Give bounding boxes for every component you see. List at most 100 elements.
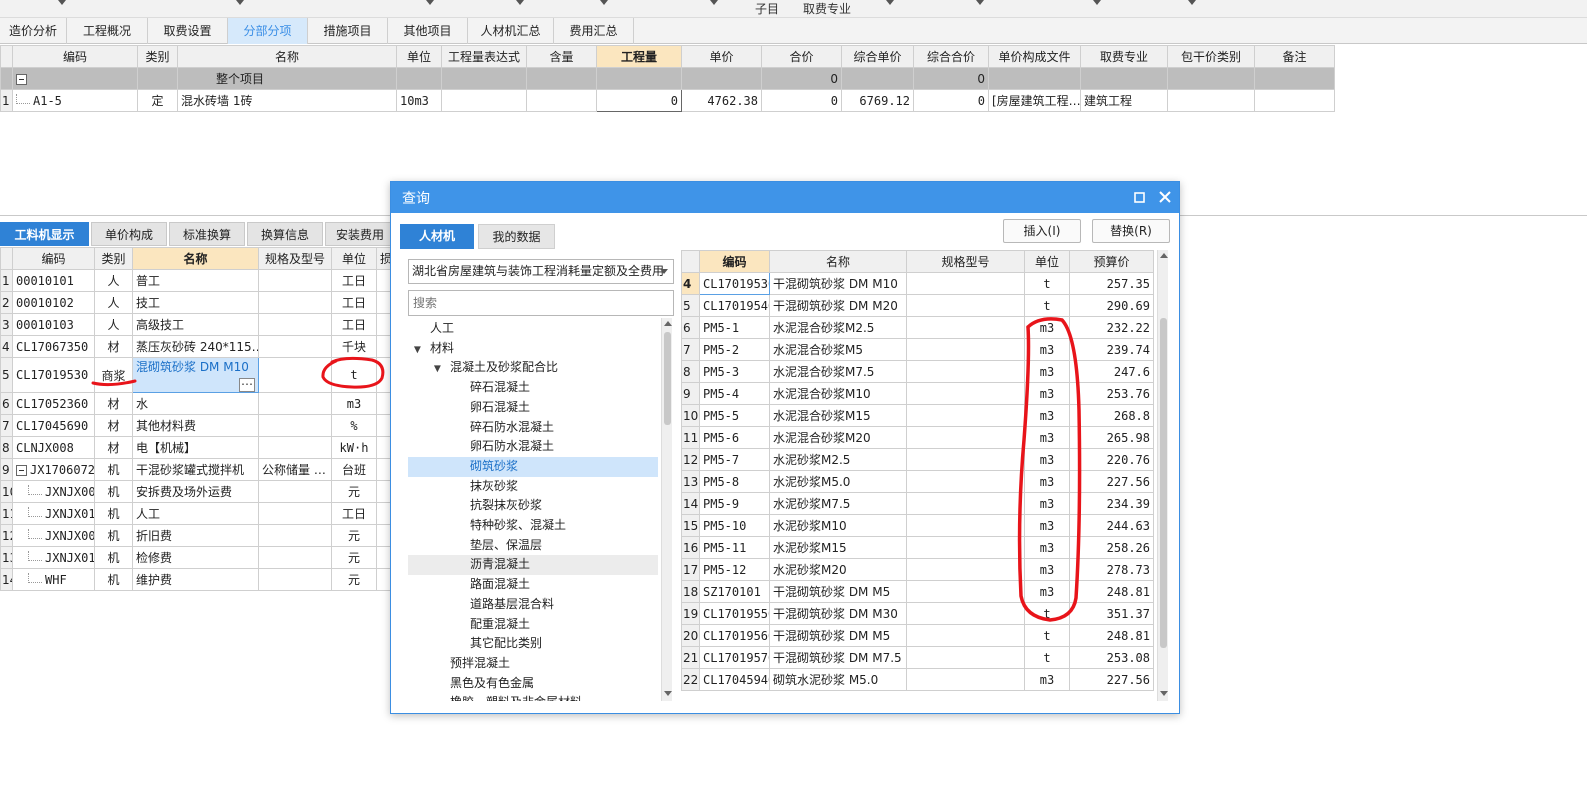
col-header[interactable]: 类别: [137, 45, 178, 68]
table-row[interactable]: 16 PM5-11 水泥砂浆M15 m3 258.26: [681, 536, 1154, 559]
table-row[interactable]: 10JXNJX004机安拆费及场外运费元: [0, 480, 393, 503]
group-row-whole-project[interactable]: 整个项目 0 0: [0, 67, 1335, 90]
scroll-up-icon[interactable]: [1160, 253, 1168, 258]
col-header[interactable]: 单位: [331, 247, 377, 270]
table-row[interactable]: 1 A1-5 定 混水砖墙 1砖 10m3 0 4762.38 0 6769.1…: [0, 89, 1335, 112]
scroll-thumb[interactable]: [1160, 318, 1167, 648]
tab-price-composition[interactable]: 单价构成: [91, 222, 167, 246]
table-row[interactable]: 17 PM5-12 水泥砂浆M20 m3 278.73: [681, 558, 1154, 581]
tree-item[interactable]: 路面混凝土: [408, 575, 658, 595]
tree-item[interactable]: 砌筑砂浆: [408, 456, 658, 477]
tree-item[interactable]: 人工: [408, 319, 658, 339]
col-header[interactable]: 包干价类别: [1167, 45, 1255, 68]
table-row[interactable]: 12JXNJX001机折旧费元: [0, 524, 393, 547]
col-header[interactable]: 编码: [12, 247, 95, 270]
chevron-down-icon[interactable]: [1188, 0, 1196, 5]
table-row[interactable]: 8 CLNJX008 材电【机械】 kW·h: [0, 436, 393, 459]
dialog-title-bar[interactable]: 查询: [391, 182, 1179, 213]
tree-item[interactable]: 卵石混凝土: [408, 398, 658, 418]
tab-other-items[interactable]: 其他项目: [388, 18, 468, 44]
table-row[interactable]: 4 CL17067350 材蒸压灰砂砖 240*115… 千块: [0, 335, 393, 358]
table-row[interactable]: 6 CL17052360 材水 m3: [0, 392, 393, 415]
table-row[interactable]: 15 PM5-10 水泥砂浆M10 m3 244.63: [681, 514, 1154, 537]
table-row[interactable]: 13JXNJX019机检修费元: [0, 546, 393, 569]
scroll-down-icon[interactable]: [664, 691, 672, 696]
tree-item[interactable]: 橡胶、塑料及非金属材料: [408, 693, 658, 701]
collapse-icon[interactable]: [16, 464, 27, 476]
item-specialty[interactable]: 建筑工程: [1080, 89, 1168, 112]
table-row[interactable]: 13 PM5-8 水泥砂浆M5.0 m3 227.56: [681, 470, 1154, 493]
table-row[interactable]: 21 CL17019570 干混砌筑砂浆 DM M7.5 t 253.08: [681, 646, 1154, 669]
maximize-icon[interactable]: [1134, 192, 1145, 203]
table-row[interactable]: 7 PM5-2 水泥混合砂浆M5 m3 239.74: [681, 338, 1154, 361]
collapse-icon[interactable]: [16, 73, 27, 85]
table-row[interactable]: 3 00010103 人高级技工 工日: [0, 313, 393, 336]
col-header[interactable]: 单位: [396, 45, 442, 68]
tree-item[interactable]: 道路基层混合料: [408, 595, 658, 615]
tree-item[interactable]: ▲ 材料: [408, 339, 658, 359]
table-row[interactable]: 12 PM5-7 水泥砂浆M2.5 m3 220.76: [681, 448, 1154, 471]
item-expr[interactable]: [441, 89, 527, 112]
table-row[interactable]: 11JXNJX012机人工工日: [0, 502, 393, 525]
col-header[interactable]: 合价: [761, 45, 842, 68]
col-header[interactable]: 规格及型号: [258, 247, 332, 270]
chevron-down-icon[interactable]: [516, 0, 524, 5]
top-strip-item-subitem[interactable]: 子目: [755, 0, 779, 17]
tree-item[interactable]: 碎石防水混凝土: [408, 418, 658, 438]
expand-toggle-icon[interactable]: ▲: [414, 339, 421, 359]
col-header[interactable]: 名称: [177, 45, 397, 68]
tree-item[interactable]: 其它配比类别: [408, 634, 658, 654]
table-row[interactable]: 11 PM5-6 水泥混合砂浆M20 m3 265.98: [681, 426, 1154, 449]
tab-fee-settings[interactable]: 取费设置: [148, 18, 228, 44]
table-row[interactable]: 6 PM5-1 水泥混合砂浆M2.5 m3 232.22: [681, 316, 1154, 339]
table-row[interactable]: 4 CL17019530 干混砌筑砂浆 DM M10 t 257.35: [681, 272, 1154, 295]
results-scrollbar[interactable]: [1157, 250, 1168, 701]
chevron-down-icon[interactable]: [886, 0, 894, 5]
table-row[interactable]: 18 SZ170101 干混砌筑砂浆 DM M5 m3 248.81: [681, 580, 1154, 603]
close-icon[interactable]: [1159, 191, 1171, 203]
tab-sub-items[interactable]: 分部分项: [228, 18, 308, 44]
scroll-up-icon[interactable]: [664, 321, 672, 326]
chevron-down-icon[interactable]: [600, 0, 608, 5]
tree-scrollbar[interactable]: [661, 318, 672, 701]
col-header[interactable]: 含量: [526, 45, 597, 68]
replace-button[interactable]: 替换(R): [1092, 219, 1170, 243]
table-row[interactable]: 5 CL17019530 商浆 混砌筑砂浆 DM M10 ⋯ t: [0, 357, 393, 393]
tree-item[interactable]: 预拌混凝土: [408, 654, 658, 674]
table-row[interactable]: 14WHF机维护费元: [0, 568, 393, 591]
tree-item[interactable]: 配重混凝土: [408, 615, 658, 635]
table-row[interactable]: 14 PM5-9 水泥砂浆M7.5 m3 234.39: [681, 492, 1154, 515]
table-row[interactable]: 9JX17060720机干混砂浆罐式搅拌机公称储量 …台班: [0, 458, 393, 481]
search-input[interactable]: [408, 290, 674, 316]
expand-toggle-icon[interactable]: ▲: [434, 358, 441, 378]
tree-item[interactable]: 沥青混凝土: [408, 555, 658, 576]
item-content[interactable]: [526, 89, 597, 112]
table-row[interactable]: 2 00010102 人技工 工日: [0, 291, 393, 314]
tree-item[interactable]: 碎石混凝土: [408, 378, 658, 398]
col-header[interactable]: 工程量表达式: [441, 45, 527, 68]
chevron-down-icon[interactable]: [58, 0, 66, 5]
tree-item[interactable]: ▲ 混凝土及砂浆配合比: [408, 358, 658, 378]
scroll-thumb[interactable]: [664, 332, 671, 425]
item-pkg[interactable]: [1167, 89, 1255, 112]
tab-my-data[interactable]: 我的数据: [478, 224, 555, 249]
tab-install-fees[interactable]: 安装费用: [325, 222, 395, 246]
tree-item[interactable]: 抗裂抹灰砂浆: [408, 496, 658, 516]
chevron-down-icon[interactable]: [1093, 0, 1101, 5]
col-header[interactable]: 名称: [769, 250, 907, 273]
tab-fee-summary[interactable]: 费用汇总: [554, 18, 634, 44]
tab-conversion-info[interactable]: 换算信息: [247, 222, 323, 246]
col-header[interactable]: 预算价: [1069, 250, 1154, 273]
table-row[interactable]: 7 CL17045690 材其他材料费%: [0, 414, 393, 437]
table-row[interactable]: 22 CL17045940 砌筑水泥砂浆 M5.0 m3 227.56: [681, 668, 1154, 691]
tab-labor-material-summary[interactable]: 人材机汇总: [468, 18, 554, 44]
tree-item[interactable]: 特种砂浆、混凝土: [408, 516, 658, 536]
tab-standard-conversion[interactable]: 标准换算: [169, 222, 245, 246]
tab-measures[interactable]: 措施项目: [308, 18, 388, 44]
col-header-quantity[interactable]: 工程量: [596, 45, 682, 68]
chevron-down-icon[interactable]: [426, 0, 434, 5]
tree-item[interactable]: 黑色及有色金属: [408, 674, 658, 694]
chevron-down-icon[interactable]: [236, 0, 244, 5]
table-row[interactable]: 20 CL17019560 干混砌筑砂浆 DM M5 t 248.81: [681, 624, 1154, 647]
chevron-down-icon[interactable]: [976, 0, 984, 5]
